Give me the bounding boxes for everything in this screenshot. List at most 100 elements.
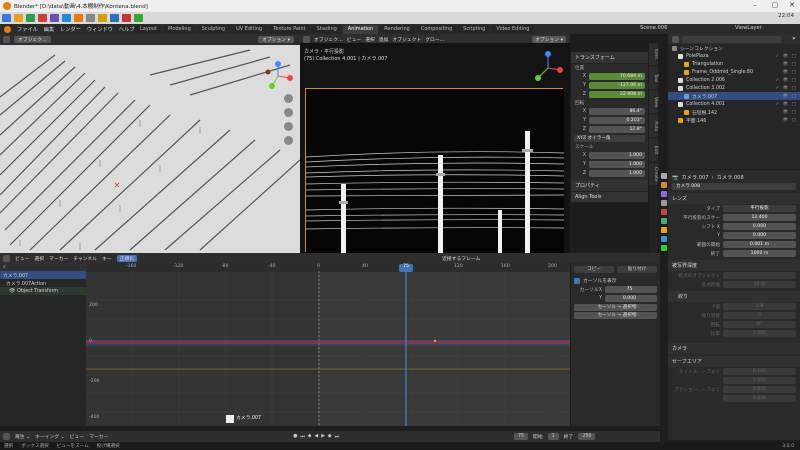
visibility-icon[interactable]: 👁 ▢ — [783, 62, 797, 67]
current-frame-field[interactable]: 75 — [513, 433, 529, 440]
transform-orientation-dropdown[interactable]: グロー… — [425, 36, 444, 43]
visibility-icon[interactable]: 👁 ▢ — [783, 118, 797, 123]
world-tab-icon[interactable] — [661, 218, 667, 224]
fstop-field[interactable]: 2.8 — [723, 303, 796, 310]
transform-section[interactable]: トランスフォーム — [571, 52, 648, 64]
eye-icon[interactable]: 👁 — [9, 289, 15, 294]
aperture-rotation-field[interactable]: 0° — [723, 321, 796, 328]
camera-section[interactable]: カメラ — [668, 343, 800, 354]
menu-view[interactable]: ビュー — [70, 433, 84, 440]
tab-texture-paint[interactable]: Texture Paint — [268, 25, 311, 34]
app-icon[interactable] — [14, 14, 23, 22]
app-icon[interactable] — [50, 14, 59, 22]
tab-animation[interactable]: Animation — [342, 25, 379, 34]
lens-type-dropdown[interactable]: 平行投影 — [723, 205, 796, 212]
list-item[interactable]: Collection 2.006 ✓ 👁 ▢ — [668, 76, 800, 84]
tool-tab-icon[interactable] — [661, 173, 667, 179]
location-y-field[interactable]: -127.06 m — [589, 82, 645, 89]
editor-type-icon[interactable] — [3, 254, 10, 262]
mode-dropdown[interactable]: オブジェク… — [314, 36, 343, 43]
editor-type-icon[interactable] — [3, 433, 10, 440]
action-safe-x-field[interactable]: 0.035 — [723, 386, 796, 393]
visibility-icon[interactable]: ✓ 👁 ▢ — [775, 86, 797, 91]
tab-sculpting[interactable]: Sculpting — [196, 25, 231, 34]
visibility-icon[interactable]: 👁 ▢ — [783, 70, 797, 75]
cursor-y-field[interactable]: 0.000 — [605, 295, 657, 302]
menu-edit[interactable]: 編集 — [44, 26, 54, 33]
visibility-icon[interactable]: 👁 ▢ — [783, 110, 797, 115]
clip-start-field[interactable]: 0.001 m — [723, 241, 796, 248]
menu-window[interactable]: ウィンドウ — [87, 26, 113, 33]
focus-distance-field[interactable]: 10 m — [723, 281, 796, 288]
visibility-icon[interactable]: ✓ 👁 ▢ — [775, 78, 797, 83]
app-icon[interactable] — [62, 14, 71, 22]
menu-select[interactable]: 選択 — [34, 255, 44, 262]
title-safe-x-field[interactable]: 0.100 — [723, 368, 796, 375]
tab-create[interactable]: Create — [649, 163, 658, 185]
tab-modeling[interactable]: Modeling — [163, 25, 196, 34]
menu-file[interactable]: ファイル — [17, 26, 38, 33]
list-item[interactable]: Frame_Oddmid_Single.80 👁 ▢ — [668, 68, 800, 76]
list-item[interactable]: 石垣根.142 👁 ▢ — [668, 108, 800, 116]
rotation-mode-dropdown[interactable]: XYZ オイラー角 — [574, 135, 645, 142]
camera-viewport[interactable]: カメラ・平行投影 (75) Collection 4.001 | カメラ.007 — [300, 43, 570, 253]
list-item[interactable]: Collection 3.002 ✓ 👁 ▢ — [668, 84, 800, 92]
aperture-section[interactable]: 絞り — [668, 291, 800, 302]
tab-shading[interactable]: Shading — [311, 25, 342, 34]
rotation-y-field[interactable]: 0.203° — [589, 117, 645, 124]
menu-marker[interactable]: マーカー — [89, 433, 108, 440]
tab-scripting[interactable]: Scripting — [458, 25, 491, 34]
app-icon[interactable] — [38, 14, 47, 22]
menu-marker[interactable]: マーカー — [49, 255, 68, 262]
menu-object[interactable]: オブジェクト — [392, 36, 421, 43]
app-icon[interactable] — [122, 14, 131, 22]
cursor-to-selected-button[interactable]: カーソル → 選択物 — [574, 304, 657, 311]
editor-type-icon[interactable] — [672, 35, 679, 43]
menu-view[interactable]: ビュー — [347, 36, 361, 43]
filter-icon[interactable]: ⏷ — [792, 36, 796, 43]
title-safe-y-field[interactable]: 0.050 — [723, 377, 796, 384]
view-layer-selector[interactable]: ViewLayer — [735, 25, 762, 31]
app-icon[interactable] — [86, 14, 95, 22]
visibility-icon[interactable]: ✓ 👁 ▢ — [775, 54, 797, 59]
shift-x-field[interactable]: 0.000 — [723, 223, 796, 230]
end-frame-field[interactable]: 250 — [578, 433, 596, 440]
app-icon[interactable] — [74, 14, 83, 22]
outliner-search-input[interactable] — [682, 35, 781, 43]
list-item[interactable]: 平面.146 👁 ▢ — [668, 116, 800, 124]
tab-tool[interactable]: Tool — [649, 67, 658, 89]
safe-areas-section[interactable]: セーフエリア — [668, 356, 800, 367]
play-reverse-icon[interactable]: ◀ — [315, 434, 319, 440]
scene-tab-icon[interactable] — [661, 209, 667, 215]
tab-compositing[interactable]: Compositing — [415, 25, 458, 34]
list-item[interactable]: PolePlaza ✓ 👁 ▢ — [668, 52, 800, 60]
normalize-toggle[interactable]: 正規化 — [116, 254, 138, 262]
editor-type-icon[interactable] — [303, 35, 310, 43]
tab-edit[interactable]: Edit — [649, 139, 658, 161]
close-button[interactable]: ✕ — [782, 1, 800, 9]
clip-end-field[interactable]: 1000 m — [723, 250, 796, 257]
cursor-value-to-selected-button[interactable]: カーソル → 選択物 — [574, 312, 657, 319]
list-item[interactable]: シーンコレクション — [668, 44, 800, 52]
copy-button[interactable]: コピー — [574, 266, 614, 273]
dof-section[interactable]: 被写界深度 — [668, 260, 800, 271]
tab-item[interactable]: Item — [649, 43, 658, 65]
cursor-x-field[interactable]: 75 — [605, 286, 657, 293]
jump-end-icon[interactable]: ⏭ — [335, 434, 339, 440]
app-icon[interactable] — [2, 14, 11, 22]
list-item-selected[interactable]: カメラ.007 👁 ▢ — [668, 92, 800, 100]
viewport-3d-left[interactable]: オブジェク… オプション ▾ — [0, 34, 300, 253]
mode-dropdown[interactable]: オブジェク… — [14, 36, 51, 43]
location-x-field[interactable]: 70.684 m — [589, 73, 645, 80]
app-icon[interactable] — [134, 14, 143, 22]
start-frame-field[interactable]: 1 — [547, 433, 559, 440]
app-icon[interactable] — [98, 14, 107, 22]
view-layer-tab-icon[interactable] — [661, 200, 667, 206]
menu-select[interactable]: 選択 — [365, 36, 375, 43]
menu-playback[interactable]: 再生 ⌄ — [15, 433, 30, 440]
scale-z-field[interactable]: 1.000 — [589, 170, 645, 177]
lens-section[interactable]: レンズ — [668, 193, 800, 204]
paste-button[interactable]: 貼り付け — [617, 266, 657, 273]
datablock-name-field[interactable]: カメラ.008 — [672, 183, 796, 190]
ortho-scale-field[interactable]: 12.400 — [723, 214, 796, 221]
